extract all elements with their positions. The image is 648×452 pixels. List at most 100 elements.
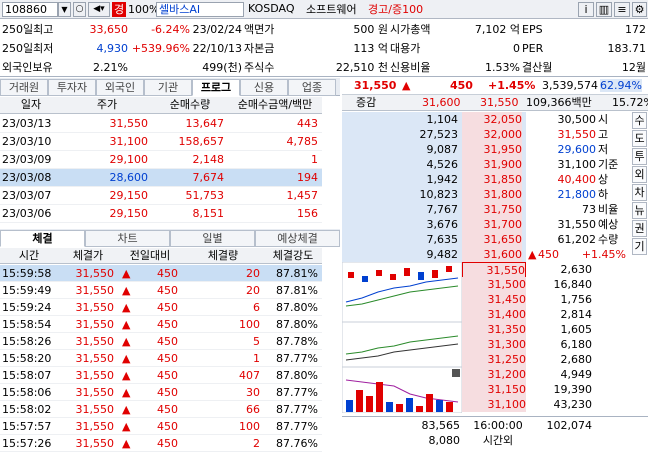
table-cell: 6: [253, 301, 260, 314]
table-row[interactable]: 15:59:49 31,550 450 ▲ 20 87.81%: [0, 282, 322, 299]
side-tab-3[interactable]: 외: [632, 166, 647, 183]
chart-icon[interactable]: ▥: [596, 2, 612, 17]
table-cell: 15:57:57: [2, 420, 52, 433]
table-row[interactable]: 15:57:26 31,550 450 ▲ 2 87.76%: [0, 435, 322, 452]
ask-row[interactable]: 10,823 31,800: [342, 187, 526, 202]
table-row[interactable]: 15:58:07 31,550 450 ▲ 407 87.80%: [0, 367, 322, 384]
table-cell: 15:58:07: [2, 369, 52, 382]
table-row[interactable]: 15:59:58 31,550 450 ▲ 20 87.81%: [0, 265, 322, 282]
info-cell: -6.24%: [151, 23, 190, 36]
table-cell: 31,550: [75, 437, 115, 450]
info-cell: 대용가: [390, 42, 421, 55]
table-row[interactable]: 15:58:02 31,550 450 ▲ 66 87.77%: [0, 401, 322, 418]
search-icon[interactable]: ○: [73, 2, 86, 17]
bid-row[interactable]: 31,150 19,390: [462, 382, 648, 397]
quote-subheader: 증감 31,600 31,550 109,366백만 15.72%: [342, 95, 648, 111]
tab-left_tabs-5[interactable]: 신용: [240, 79, 288, 96]
speaker-icon[interactable]: ◀▾: [88, 2, 110, 17]
bid-row[interactable]: 31,100 43,230: [462, 397, 648, 412]
tab-left_tabs-6[interactable]: 업종: [288, 79, 336, 96]
table-row[interactable]: 15:58:26 31,550 450 ▲ 5 87.78%: [0, 333, 322, 350]
tab-bottom_tabs-3[interactable]: 예상체결: [255, 230, 340, 247]
table-row[interactable]: 23/03/07 29,150 51,753 1,457: [0, 187, 322, 205]
tab-bottom_tabs-0[interactable]: 체결: [0, 230, 85, 247]
side-tab-7[interactable]: 기: [632, 238, 647, 255]
price-change: 450: [450, 79, 473, 92]
table-cell: 1: [253, 352, 260, 365]
volume-bar: [416, 406, 423, 412]
side-tab-0[interactable]: 수: [632, 112, 647, 129]
volume-bar: [346, 400, 353, 412]
bid-row[interactable]: 31,400 2,814: [462, 307, 648, 322]
side-tab-2[interactable]: 투: [632, 148, 647, 165]
ask-row[interactable]: 1,942 31,850: [342, 172, 526, 187]
gear-icon[interactable]: ⚙: [632, 2, 647, 17]
ask-row[interactable]: 7,767 31,750: [342, 202, 526, 217]
table-row[interactable]: 15:59:24 31,550 450 ▲ 6 87.80%: [0, 299, 322, 316]
bid-price: 31,400: [462, 307, 526, 322]
chevron-down-icon[interactable]: ▼: [58, 2, 71, 17]
ask-row[interactable]: 9,482 31,600: [342, 247, 526, 262]
side-tab-6[interactable]: 권: [632, 220, 647, 237]
info-icon[interactable]: i: [578, 2, 594, 17]
column-header: 체결강도: [264, 248, 322, 264]
table-cell: 23/03/13: [2, 117, 52, 130]
side-info-label: 예상: [598, 218, 619, 231]
ask-row[interactable]: 1,104 32,050: [342, 112, 526, 127]
ask-row[interactable]: 27,523 32,000: [342, 127, 526, 142]
info-cell: 주식수: [244, 61, 275, 74]
bid-row[interactable]: 31,500 16,840: [462, 277, 648, 292]
bid-row[interactable]: 31,450 1,756: [462, 292, 648, 307]
ask-price: 31,850: [462, 172, 522, 187]
ask-row[interactable]: 7,635 31,650: [342, 232, 526, 247]
up-arrow-icon: ▲: [122, 301, 131, 314]
bid-row[interactable]: 31,250 2,680: [462, 352, 648, 367]
table-row[interactable]: 23/03/13 31,550 13,647 443: [0, 115, 322, 133]
tab-left_tabs-4[interactable]: 프로그: [192, 79, 240, 96]
table-row[interactable]: 15:57:57 31,550 450 ▲ 100 87.77%: [0, 418, 322, 435]
tab-left_tabs-3[interactable]: 기관: [144, 79, 192, 96]
tab-left_tabs-0[interactable]: 거래원: [0, 79, 48, 96]
table-row[interactable]: 15:58:06 31,550 450 ▲ 30 87.77%: [0, 384, 322, 401]
table-cell: 2,148: [192, 153, 225, 166]
side-tab-4[interactable]: 차: [632, 184, 647, 201]
candle: [376, 270, 382, 276]
info-cell: 500 원: [353, 23, 388, 36]
table-cell: 4,785: [286, 135, 319, 148]
stock-code-input[interactable]: 108860: [2, 2, 58, 17]
table-row[interactable]: 23/03/09 29,100 2,148 1: [0, 151, 322, 169]
volume-bar: [376, 382, 383, 412]
market-label: KOSDAQ: [248, 2, 295, 15]
table-row[interactable]: 15:58:54 31,550 450 ▲ 100 87.80%: [0, 316, 322, 333]
ask-row[interactable]: 3,676 31,700: [342, 217, 526, 232]
table-row[interactable]: 23/03/08 28,600 7,674 194: [0, 169, 322, 187]
table-cell: 87.81%: [276, 284, 318, 297]
tab-bottom_tabs-1[interactable]: 차트: [85, 230, 170, 247]
volume-bar: [366, 396, 373, 412]
up-arrow-icon: ▲: [122, 335, 131, 348]
bid-row[interactable]: 31,300 6,180: [462, 337, 648, 352]
column-header: 순매수량: [152, 97, 228, 114]
side-tab-1[interactable]: 도: [632, 130, 647, 147]
list-icon[interactable]: ≡: [614, 2, 630, 17]
table-cell: 23/03/08: [2, 171, 52, 184]
table-cell: 87.77%: [276, 420, 318, 433]
tab-left_tabs-1[interactable]: 투자자: [48, 79, 96, 96]
ask-row[interactable]: 4,526 31,900: [342, 157, 526, 172]
stock-name[interactable]: 셀바스AI: [156, 2, 244, 17]
ask-price: 32,000: [462, 127, 522, 142]
side-info-value: 29,600: [557, 143, 597, 156]
table-row[interactable]: 15:58:20 31,550 450 ▲ 1 87.77%: [0, 350, 322, 367]
bid-row[interactable]: 31,550 2,630: [462, 262, 648, 279]
side-tab-5[interactable]: 뉴: [632, 202, 647, 219]
table-cell: 87.77%: [276, 386, 318, 399]
tab-bottom_tabs-2[interactable]: 일별: [170, 230, 255, 247]
bid-row[interactable]: 31,200 4,949: [462, 367, 648, 382]
table-cell: 30: [246, 386, 260, 399]
table-cell: 5: [253, 335, 260, 348]
table-row[interactable]: 23/03/06 29,150 8,151 156: [0, 205, 322, 223]
bid-row[interactable]: 31,350 1,605: [462, 322, 648, 337]
table-row[interactable]: 23/03/10 31,100 158,657 4,785: [0, 133, 322, 151]
tab-left_tabs-2[interactable]: 외국인: [96, 79, 144, 96]
ask-row[interactable]: 9,087 31,950: [342, 142, 526, 157]
